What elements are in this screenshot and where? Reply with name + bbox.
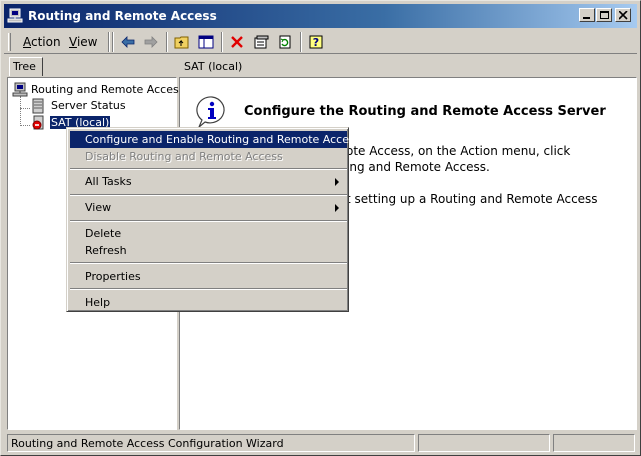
menu-item-view[interactable]: View (70, 199, 347, 216)
help-icon: ? (309, 35, 323, 49)
properties-button[interactable] (251, 33, 271, 51)
page-title: Configure the Routing and Remote Access … (244, 104, 606, 119)
maximize-button[interactable] (596, 8, 612, 22)
menu-toolbar: Action View ? (4, 30, 637, 54)
close-button[interactable] (615, 8, 631, 22)
back-arrow-icon (121, 36, 135, 48)
tree-connector (20, 96, 21, 126)
server-status-icon (32, 98, 44, 114)
submenu-arrow-icon (335, 178, 339, 186)
tree-connector (20, 108, 30, 109)
window-title: Routing and Remote Access (28, 9, 217, 23)
forward-arrow-icon (144, 36, 158, 48)
console-tree-icon (198, 35, 214, 49)
help-button[interactable]: ? (306, 33, 326, 51)
delete-button[interactable] (227, 33, 247, 51)
refresh-icon (279, 35, 291, 49)
status-bar: Routing and Remote Access Configuration … (4, 433, 637, 453)
back-button[interactable] (118, 33, 138, 51)
tab-tree[interactable]: Tree (9, 57, 43, 76)
delete-x-icon (231, 36, 243, 48)
menu-item-configure-enable[interactable]: Configure and Enable Routing and Remote … (70, 131, 360, 148)
view-menu[interactable]: View (64, 34, 102, 50)
show-hide-tree-button[interactable] (196, 33, 216, 51)
folder-up-icon (174, 36, 189, 49)
menu-separator (70, 288, 347, 290)
mmc-window: Routing and Remote Access Action View ? … (0, 0, 641, 456)
tree-item-label: Routing and Remote Access (31, 83, 185, 96)
menu-item-delete[interactable]: Delete (70, 225, 347, 242)
menu-item-label: All Tasks (85, 175, 132, 188)
toolbar-grip[interactable] (8, 33, 11, 51)
menu-separator (70, 168, 347, 170)
toolbar-separator (108, 32, 110, 52)
menu-item-label: View (85, 201, 112, 214)
toolbar-separator (221, 32, 223, 52)
svg-text:?: ? (313, 36, 319, 49)
status-panel (553, 434, 635, 452)
action-menu[interactable]: Action (18, 34, 66, 50)
toolbar-separator (300, 32, 302, 52)
routing-app-icon (7, 8, 23, 23)
menu-item-all-tasks[interactable]: All Tasks (70, 173, 347, 190)
forward-button[interactable] (141, 33, 161, 51)
instruction-text: ing and Remote Access. (346, 160, 490, 174)
menu-item-help[interactable]: Help (70, 294, 347, 311)
menu-separator (70, 194, 347, 196)
toolbar-separator (166, 32, 168, 52)
minimize-icon (583, 17, 590, 19)
tree-connector (20, 125, 30, 126)
server-stopped-icon (32, 115, 44, 130)
menu-item-disable: Disable Routing and Remote Access (85, 150, 283, 163)
submenu-arrow-icon (335, 204, 339, 212)
toolbar-separator (112, 32, 114, 52)
info-icon (196, 96, 225, 128)
menu-item-properties[interactable]: Properties (70, 268, 347, 285)
close-icon (619, 11, 628, 20)
tree-item-label: Server Status (51, 99, 126, 112)
status-text: Routing and Remote Access Configuration … (7, 434, 415, 452)
up-one-level-button[interactable] (172, 33, 192, 51)
menu-separator (70, 262, 347, 264)
menu-item-refresh[interactable]: Refresh (70, 242, 347, 259)
refresh-button[interactable] (275, 33, 295, 51)
context-menu: Configure and Enable Routing and Remote … (66, 127, 360, 312)
menu-separator (70, 220, 347, 222)
instruction-text: ote Access, on the Action menu, click (346, 144, 571, 158)
result-pane-header: SAT (local) (184, 60, 243, 73)
title-bar[interactable]: Routing and Remote Access (4, 4, 637, 28)
properties-icon (254, 35, 269, 49)
minimize-button[interactable] (579, 8, 595, 22)
maximize-icon (600, 11, 609, 19)
instruction-text: t setting up a Routing and Remote Access (346, 192, 598, 206)
status-panel (418, 434, 550, 452)
routing-computer-icon (12, 82, 28, 97)
